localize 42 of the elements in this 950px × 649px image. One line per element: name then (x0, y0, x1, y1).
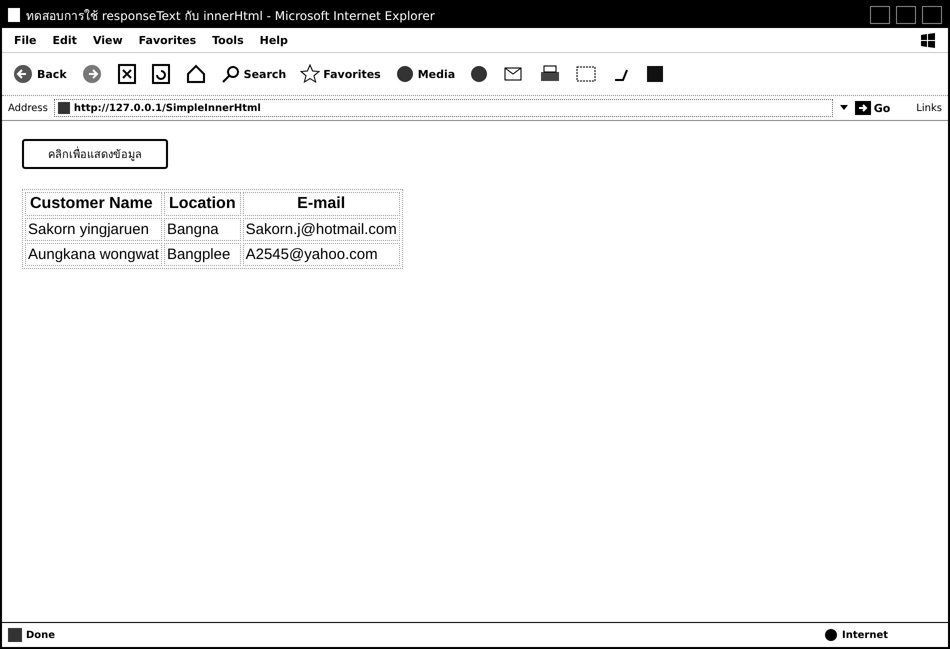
toolbar-button[interactable] (575, 64, 598, 84)
menu-item[interactable]: File (14, 34, 37, 46)
table-cell: Sakorn yingjaruen (25, 218, 162, 241)
printer-icon (539, 64, 562, 84)
search-icon (220, 64, 241, 84)
toolbar-button[interactable] (184, 63, 207, 85)
edit-page-icon (575, 64, 598, 84)
toolbar-button[interactable]: Back (12, 63, 67, 85)
window-title: ทดสอบการใช้ responseText กับ innerHtml - Microsoft Internet Explorer (26, 8, 436, 24)
toolbar-button[interactable]: Media (394, 64, 456, 84)
zone-text: Internet (842, 630, 890, 640)
toolbar-button[interactable] (539, 64, 562, 84)
menu-item[interactable]: Tools (212, 34, 244, 46)
status-text: Done (26, 630, 56, 640)
show-data-button[interactable]: คลิกเพื่อแสดงข้อมูล (22, 139, 168, 169)
table-cell: Bangna (164, 218, 241, 241)
toolbar-button[interactable]: Search (220, 64, 286, 84)
table-cell: A2545@yahoo.com (242, 243, 400, 266)
menu-item[interactable]: Help (260, 34, 288, 46)
menu-item[interactable]: View (92, 34, 123, 46)
go-button[interactable]: Go (854, 101, 890, 115)
toolbar-button[interactable]: Favorites (300, 64, 381, 84)
table-cell: Bangplee (164, 243, 241, 266)
home-icon (184, 63, 207, 85)
star-icon (300, 64, 320, 84)
stop-icon (116, 63, 137, 85)
column-header: Location (164, 192, 241, 216)
menu-item[interactable]: Edit (52, 34, 77, 46)
menu-item[interactable]: Favorites (138, 34, 196, 46)
dropdown-arrow-icon[interactable] (838, 104, 849, 112)
address-field[interactable]: http://127.0.0.1/SimpleInnerHtml (54, 99, 833, 117)
table-cell: Sakorn.j@hotmail.com (242, 218, 400, 241)
toolbar-button[interactable] (116, 63, 137, 85)
globe-icon (824, 628, 838, 642)
links-label[interactable]: Links (916, 102, 942, 114)
refresh-icon (150, 63, 171, 85)
column-header: Customer Name (25, 192, 162, 216)
table-cell: Aungkana wongwat (25, 243, 162, 266)
windows-logo-icon (920, 32, 936, 48)
column-header: E-mail (242, 192, 400, 216)
toolbar-button[interactable] (150, 63, 171, 85)
address-label: Address (8, 102, 48, 114)
